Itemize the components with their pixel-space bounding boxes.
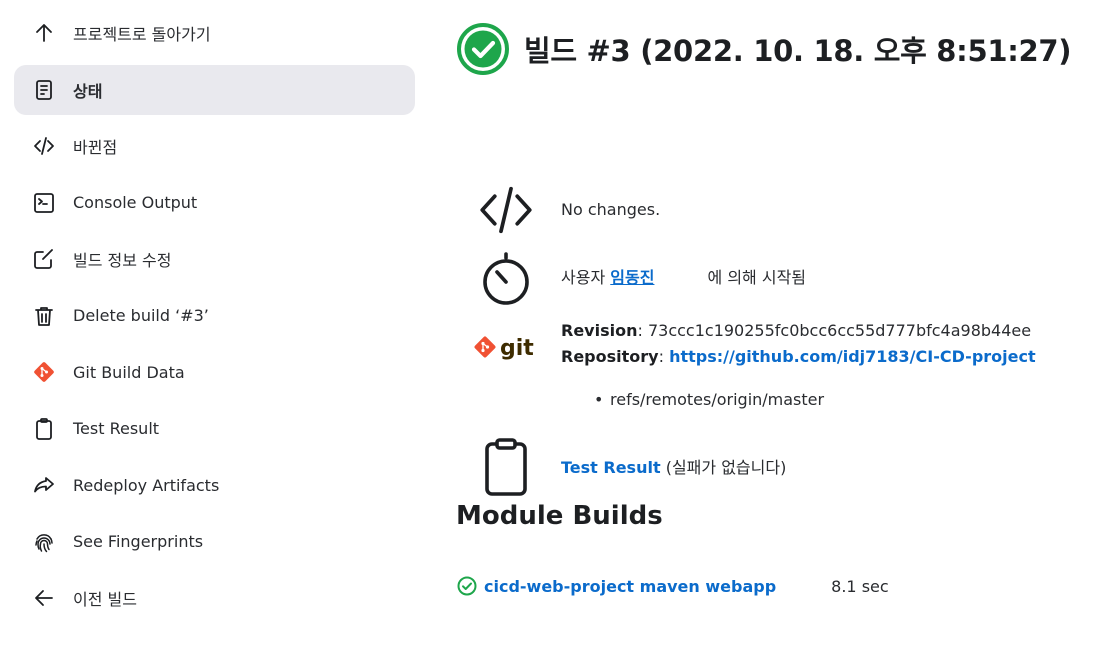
test-result-note: (실패가 없습니다) [665,458,787,477]
success-check-icon [457,23,509,75]
sidebar-item-git-build-data[interactable]: Git Build Data [14,347,415,397]
success-check-icon [457,576,477,596]
sidebar-item-status[interactable]: 상태 [14,64,415,115]
branch-list: refs/remotes/origin/master [594,390,824,409]
code-icon [32,134,56,158]
sidebar-item-label: Redeploy Artifacts [73,475,220,495]
repository-link[interactable]: https://github.com/idj7183/CI-CD-project [669,347,1036,366]
sidebar-item-test-result[interactable]: Test Result [14,404,415,454]
changes-summary: No changes. [474,178,660,242]
fingerprint-icon [32,530,56,554]
sidebar-item-label: 이전 빌드 [73,590,137,609]
revision-line: Revision: 73ccc1c190255fc0bcc6cc55d777bf… [561,321,1032,340]
sidebar-item-back-to-project[interactable]: 프로젝트로 돌아가기 [14,8,415,58]
sidebar-item-label: 빌드 정보 수정 [73,251,172,270]
user-link[interactable]: 임동진 [610,268,654,287]
sidebar-item-label: 상태 [73,81,103,101]
sidebar-item-console-output[interactable]: Console Output [14,178,415,228]
timer-icon [474,246,538,310]
sidebar: 프로젝트로 돌아가기 상태 바뀐점 Console Output 빌드 정보 수… [14,8,415,630]
module-duration: 8.1 sec [831,576,889,596]
sidebar-item-delete-build[interactable]: Delete build ‘#3’ [14,291,415,341]
document-icon [32,78,56,102]
git-icon [32,360,56,384]
sidebar-item-label: Delete build ‘#3’ [73,306,209,325]
edit-icon [32,247,56,271]
sidebar-item-label: Console Output [73,193,198,212]
redeploy-icon [32,473,56,497]
module-link[interactable]: cicd-web-project maven webapp [484,577,776,596]
cause-prefix: 사용자 [561,268,606,287]
arrow-up-icon [32,21,56,45]
clipboard-icon [474,436,538,500]
terminal-icon [32,191,56,215]
clipboard-icon [32,417,56,441]
repository-line: Repository: https://github.com/idj7183/C… [561,347,1036,366]
sidebar-item-label: 바뀐점 [73,138,118,157]
sidebar-item-label: Test Result [73,419,160,438]
arrow-left-icon [32,586,56,610]
sidebar-item-previous-build[interactable]: 이전 빌드 [14,573,415,623]
table-row: cicd-web-project maven webapp 8.1 sec [456,575,889,597]
module-builds-title: Module Builds [456,501,663,531]
sidebar-item-see-fingerprints[interactable]: See Fingerprints [14,517,415,567]
git-build-data: git Revision: 73ccc1c190255fc0bcc6cc55d7… [474,318,1036,370]
revision-hash: 73ccc1c190255fc0bcc6cc55d777bfc4a98b44ee [647,321,1032,340]
sidebar-item-changes[interactable]: 바뀐점 [14,121,415,171]
page-title: 빌드 #3 (2022. 10. 18. 오후 8:51:27) [524,34,1072,68]
sidebar-item-redeploy-artifacts[interactable]: Redeploy Artifacts [14,460,415,510]
trash-icon [32,304,56,328]
svg-text:git: git [500,336,534,361]
git-logo-icon: git [474,334,538,362]
sidebar-item-label: Git Build Data [73,362,185,382]
sidebar-item-label: See Fingerprints [73,532,204,551]
changes-text: No changes. [561,200,661,219]
test-result-link[interactable]: Test Result [561,458,661,477]
sidebar-item-label: 프로젝트로 돌아가기 [73,25,211,44]
sidebar-item-edit-build-info[interactable]: 빌드 정보 수정 [14,234,415,284]
cause-summary: 사용자 임동진 에 의해 시작됨 [474,246,806,310]
code-icon [474,178,538,242]
test-result-summary: Test Result (실패가 없습니다) [474,436,786,500]
build-header: 빌드 #3 (2022. 10. 18. 오후 8:51:27) [456,22,1072,76]
cause-suffix: 에 의해 시작됨 [707,268,807,287]
list-item: refs/remotes/origin/master [594,390,824,409]
